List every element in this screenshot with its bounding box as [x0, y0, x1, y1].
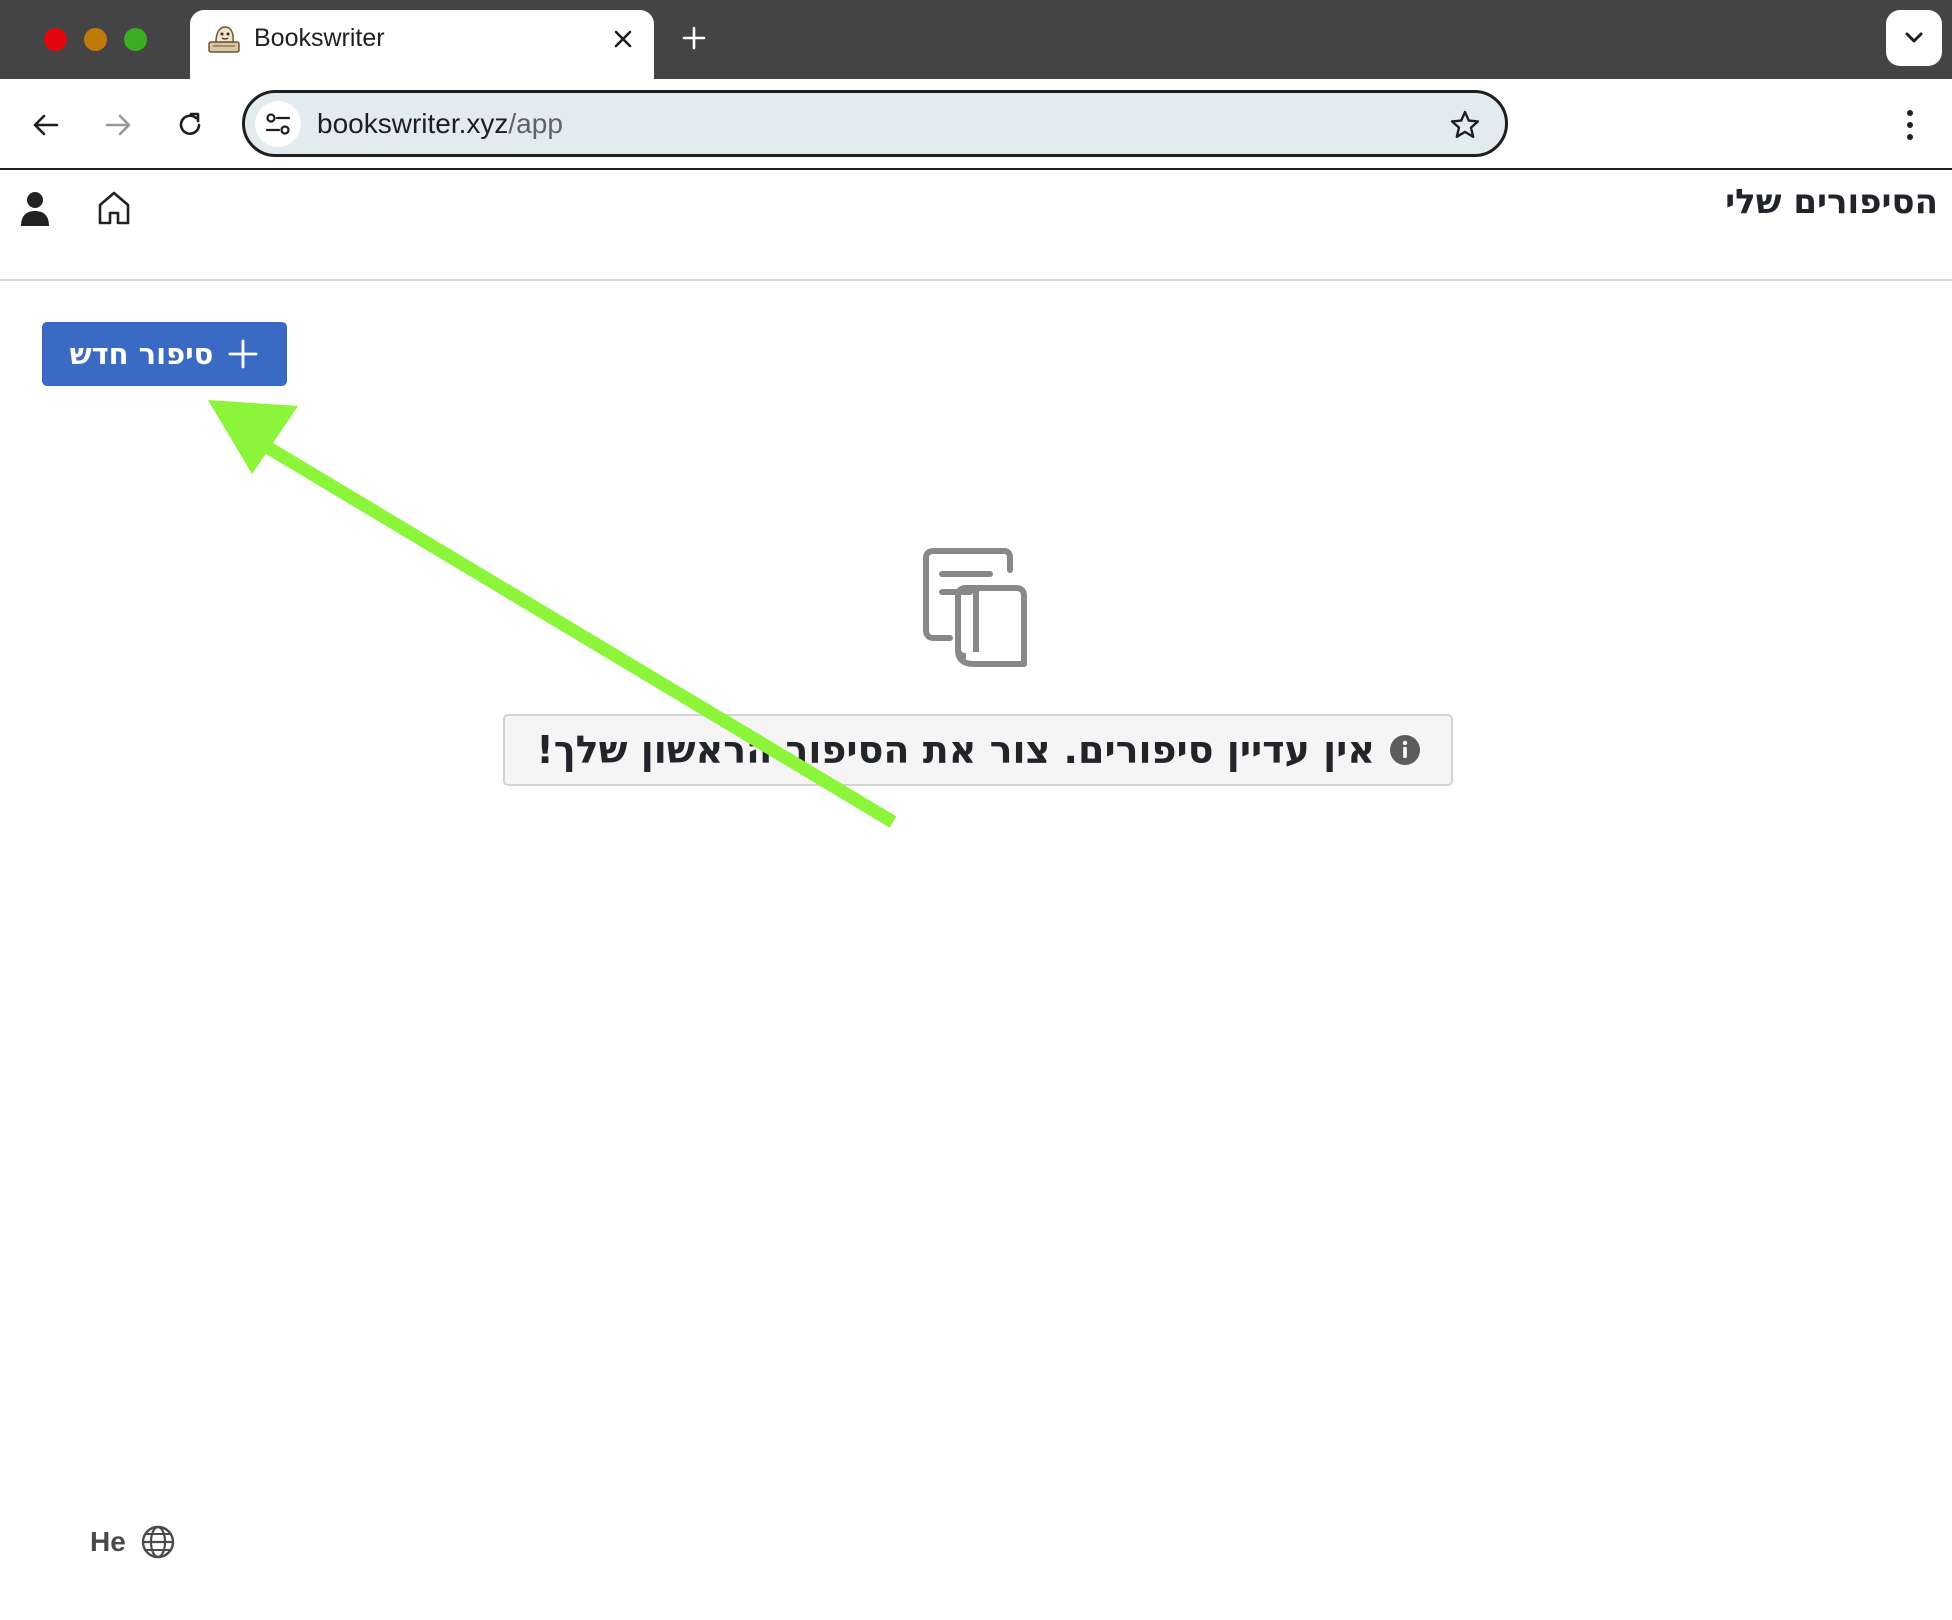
tab-strip: Bookswriter — [0, 0, 1952, 79]
bookmark-star-icon[interactable] — [1445, 105, 1485, 145]
globe-icon — [141, 1525, 174, 1559]
page-title: הסיפורים שלי — [1725, 182, 1938, 222]
minimize-window-button[interactable] — [84, 28, 107, 51]
new-story-button[interactable]: סיפור חדש — [42, 322, 287, 386]
tab-search-chevron-icon[interactable] — [1886, 10, 1942, 66]
bookswriter-favicon-icon — [208, 26, 240, 53]
language-label: He — [90, 1526, 126, 1557]
new-story-label: סיפור חדש — [69, 337, 214, 371]
reload-icon[interactable] — [166, 101, 214, 149]
home-icon[interactable] — [92, 184, 136, 232]
app-header: הסיפורים שלי — [0, 172, 1952, 281]
browser-window: Bookswriter bookswriter.xyz/app הסיפורים… — [0, 0, 1952, 1620]
url-host: bookswriter.xyz — [317, 108, 509, 139]
plus-icon — [228, 339, 258, 369]
app-page: הסיפורים שלי סיפור חדש אין עדיין סיפורים… — [0, 172, 1952, 1620]
active-tab[interactable]: Bookswriter — [190, 10, 654, 79]
back-arrow-icon[interactable] — [22, 101, 70, 149]
empty-state-message: אין עדיין סיפורים. צור את הסיפור הראשון … — [536, 728, 1375, 772]
tab-close-icon[interactable] — [608, 24, 638, 54]
forward-arrow-icon[interactable] — [94, 101, 142, 149]
url-path: /app — [508, 108, 563, 139]
info-icon — [1390, 735, 1420, 765]
books-icon — [923, 548, 1027, 667]
close-window-button[interactable] — [44, 28, 67, 51]
address-bar[interactable]: bookswriter.xyz/app — [242, 90, 1508, 157]
tab-title: Bookswriter — [254, 24, 385, 52]
browser-toolbar: bookswriter.xyz/app — [0, 79, 1952, 170]
site-info-icon[interactable] — [255, 101, 301, 147]
new-tab-icon[interactable] — [676, 20, 712, 56]
user-icon[interactable] — [16, 186, 54, 232]
language-switcher[interactable]: He — [90, 1520, 176, 1564]
url-text: bookswriter.xyz/app — [317, 108, 563, 140]
browser-menu-icon[interactable] — [1886, 101, 1934, 149]
maximize-window-button[interactable] — [124, 28, 147, 51]
empty-state-alert: אין עדיין סיפורים. צור את הסיפור הראשון … — [503, 714, 1453, 786]
